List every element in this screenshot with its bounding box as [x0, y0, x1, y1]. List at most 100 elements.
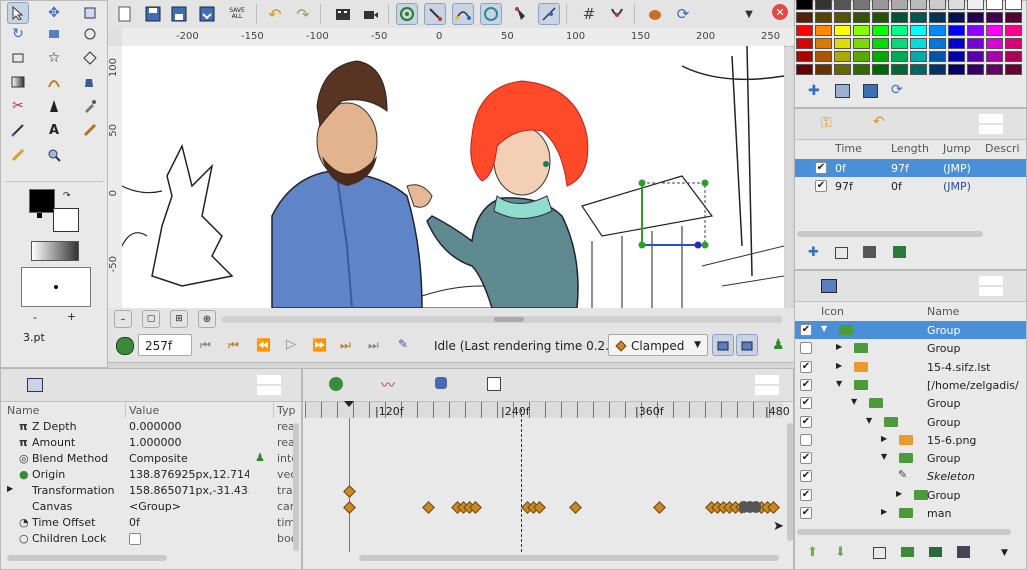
delete-layer-icon[interactable]: [957, 546, 970, 558]
palette-swatch[interactable]: [796, 38, 813, 49]
layers-col-icon[interactable]: Icon: [821, 305, 844, 318]
smooth-move-tool-icon[interactable]: ✥: [43, 2, 65, 24]
params-col-name[interactable]: Name: [7, 404, 39, 417]
palette-swatch[interactable]: [948, 51, 965, 62]
palette-swatch[interactable]: [929, 12, 946, 23]
layer-row[interactable]: ✔ ▶ Group: [795, 486, 1026, 504]
grid-icon[interactable]: #: [578, 3, 600, 25]
history-tab-icon[interactable]: ↶: [873, 114, 885, 130]
palette-swatch[interactable]: [853, 12, 870, 23]
timetrack-vscroll[interactable]: [787, 423, 793, 541]
timetrack-tab-icon[interactable]: [329, 377, 343, 391]
params-row[interactable]: π Z Depth 0.000000 rea: [1, 419, 301, 435]
toggle-ducks-icon[interactable]: [424, 3, 446, 25]
toggle-bone-icon[interactable]: [510, 3, 532, 25]
palette-swatch[interactable]: [1005, 64, 1022, 75]
curves-tab-icon[interactable]: 〰: [381, 375, 395, 395]
palette-swatch[interactable]: [872, 0, 889, 10]
encapsulate-layer-icon[interactable]: [929, 547, 942, 557]
palette-swatch[interactable]: [967, 25, 984, 36]
layer-visibility-checkbox[interactable]: [800, 342, 812, 355]
future-keyframes-lock-icon[interactable]: [736, 334, 758, 356]
params-tab-icon[interactable]: [27, 378, 43, 392]
expand-arrow-icon[interactable]: ▶: [896, 489, 902, 498]
panel-dock-icon[interactable]: [755, 375, 779, 395]
palette-swatch[interactable]: [872, 25, 889, 36]
keyframe-properties-icon[interactable]: [893, 246, 906, 258]
fill-tool-icon[interactable]: [79, 71, 101, 93]
palette-swatch[interactable]: [815, 25, 832, 36]
params-row[interactable]: π Amount 1.000000 rea: [1, 435, 301, 451]
palette-swatch[interactable]: [796, 12, 813, 23]
polygon-tool-icon[interactable]: [79, 47, 101, 69]
chevron-down-icon[interactable]: ▼: [1001, 548, 1008, 558]
toggle-tangents-icon[interactable]: [452, 3, 474, 25]
keyframe-mark[interactable]: [569, 501, 582, 514]
canvas-hscroll[interactable]: [222, 316, 782, 323]
keyframe-mark[interactable]: [422, 501, 435, 514]
layer-visibility-checkbox[interactable]: ✔: [800, 360, 812, 373]
save-as-icon[interactable]: [168, 3, 190, 25]
animate-figure-icon[interactable]: ♟: [255, 451, 265, 464]
panel-dock-icon[interactable]: [257, 375, 281, 395]
palette-swatch[interactable]: [986, 38, 1003, 49]
refresh-icon[interactable]: ⟳: [672, 3, 694, 25]
palette-swatch[interactable]: [967, 38, 984, 49]
canvas-area[interactable]: [122, 46, 784, 308]
timetrack-hscroll[interactable]: [359, 555, 779, 561]
param-value[interactable]: 1.000000: [129, 436, 249, 449]
palette-swatch[interactable]: [891, 64, 908, 75]
next-frame-icon[interactable]: ⏩: [312, 338, 327, 352]
palette-swatch[interactable]: [948, 64, 965, 75]
library-tab-icon[interactable]: [435, 377, 447, 389]
palette-swatch[interactable]: [796, 0, 813, 10]
palette-swatch[interactable]: [853, 0, 870, 10]
save-icon[interactable]: [142, 3, 164, 25]
layer-visibility-checkbox[interactable]: ✔: [800, 488, 812, 501]
param-value[interactable]: Composite: [129, 452, 249, 465]
layer-visibility-checkbox[interactable]: ✔: [800, 397, 812, 410]
layer-row[interactable]: ✔ ▼ Group: [795, 413, 1026, 431]
prev-keyframe-icon[interactable]: ⏮: [228, 338, 239, 353]
keyframe-active-checkbox[interactable]: ✔: [815, 162, 827, 174]
group-layer-icon[interactable]: [901, 547, 914, 557]
keyframe-mark[interactable]: [343, 501, 356, 514]
layer-visibility-checkbox[interactable]: ✔: [800, 507, 812, 519]
expand-arrow-icon[interactable]: ▼: [866, 416, 872, 425]
palette-swatch[interactable]: [872, 38, 889, 49]
palette-swatch[interactable]: [1005, 0, 1022, 10]
palette-swatch[interactable]: [796, 25, 813, 36]
palette-swatch[interactable]: [929, 51, 946, 62]
lower-layer-icon[interactable]: ⬇: [835, 545, 846, 560]
canvas-vscroll[interactable]: [786, 46, 792, 308]
params-row[interactable]: ○Children Lock boo: [1, 531, 301, 547]
panel-dock-icon[interactable]: [979, 114, 1003, 134]
undo-icon[interactable]: ↶: [264, 3, 286, 25]
layer-row[interactable]: ✔ ▼ [/home/zelgadis/: [795, 376, 1026, 394]
brush-size-increase[interactable]: +: [67, 310, 76, 323]
params-row[interactable]: ●Origin 138.876925px,12.714575 vect: [1, 467, 301, 483]
keyframe-jump-link[interactable]: (JMP): [943, 162, 971, 175]
scale-tool-icon[interactable]: [79, 2, 101, 24]
palette-swatch[interactable]: [986, 51, 1003, 62]
palette-swatch[interactable]: [834, 12, 851, 23]
prev-frame-icon[interactable]: ⏪: [256, 338, 271, 352]
palette-swatch[interactable]: [1005, 51, 1022, 62]
layer-visibility-checkbox[interactable]: ✔: [800, 415, 812, 428]
eyedropper-tool-icon[interactable]: [79, 95, 101, 117]
children-lock-checkbox[interactable]: [129, 533, 141, 545]
palette-swatch[interactable]: [948, 0, 965, 10]
palette-swatch[interactable]: [948, 38, 965, 49]
expand-arrow-icon[interactable]: ▼: [836, 379, 842, 388]
expand-arrow-icon[interactable]: ▶: [836, 361, 842, 370]
layer-row[interactable]: ✔ ▼ Group: [795, 449, 1026, 467]
expand-arrow-icon[interactable]: ▶: [881, 507, 887, 516]
palette-swatch[interactable]: [1005, 25, 1022, 36]
keyframes-col-jump[interactable]: Jump: [943, 142, 971, 155]
params-row[interactable]: Canvas <Group> can: [1, 499, 301, 515]
seek-begin-icon[interactable]: ⏮: [200, 338, 211, 353]
params-col-type[interactable]: Typ: [277, 404, 296, 417]
palette-swatch[interactable]: [853, 25, 870, 36]
layer-row[interactable]: ▶ Group: [795, 339, 1026, 357]
palette-swatch[interactable]: [891, 12, 908, 23]
